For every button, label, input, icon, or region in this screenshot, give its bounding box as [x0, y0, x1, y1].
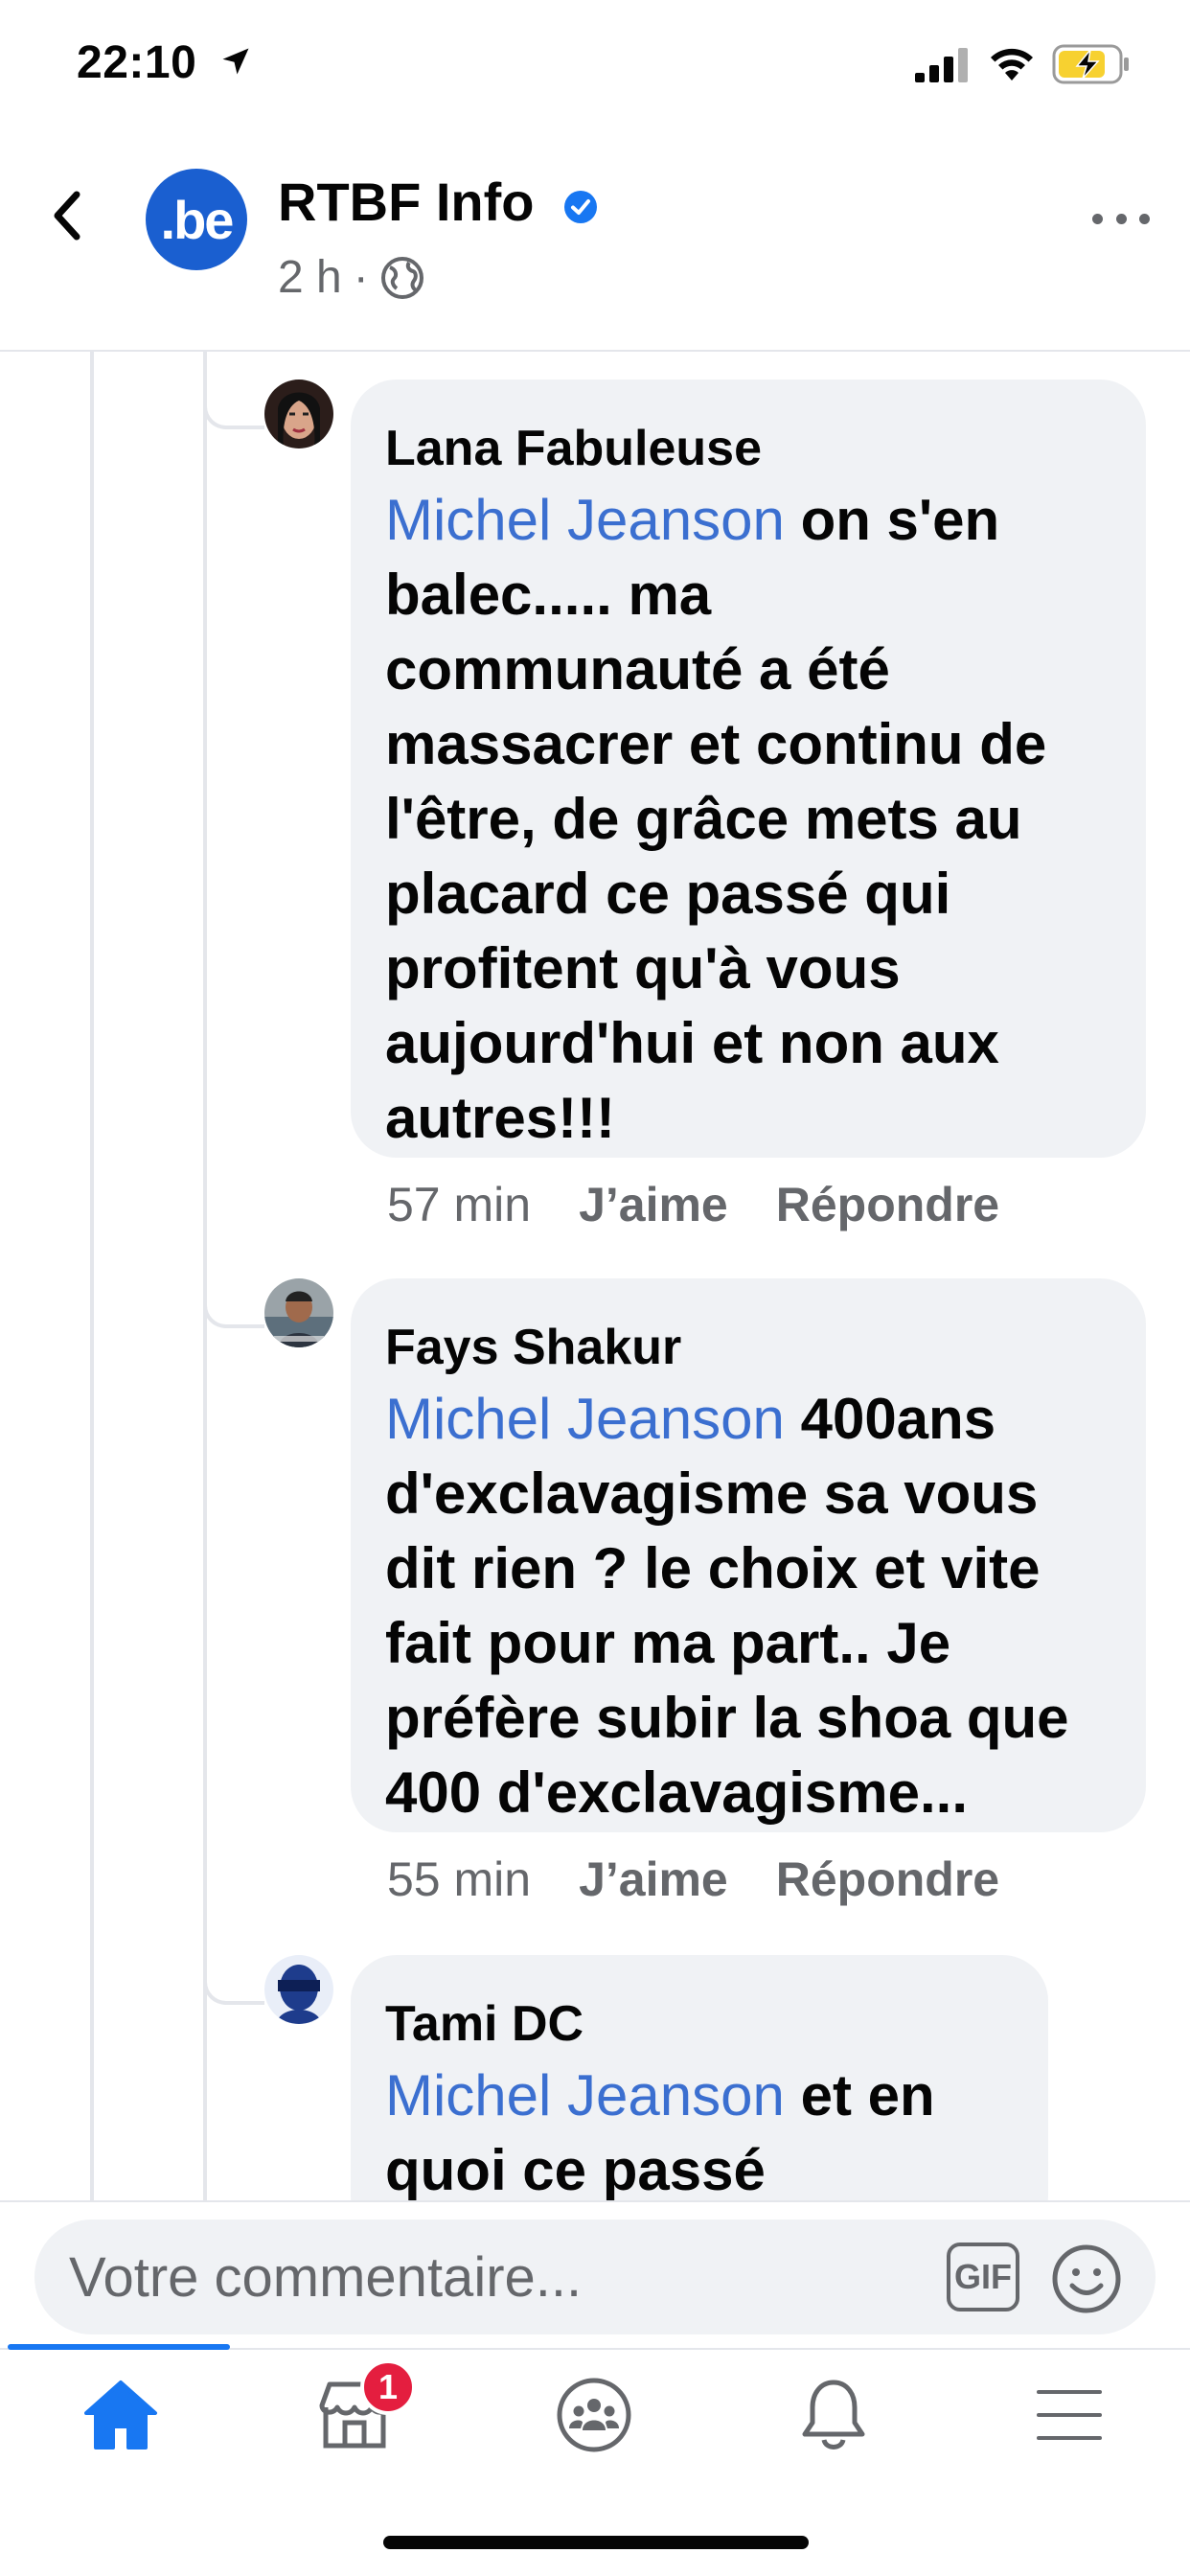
comment-line: 400 d'exclavagisme...: [385, 1760, 968, 1825]
comment-line: l'être, de grâce mets au: [385, 787, 1022, 851]
gif-button[interactable]: GIF: [947, 2242, 1019, 2312]
back-button[interactable]: [38, 182, 96, 249]
commenter-avatar[interactable]: [264, 380, 333, 448]
comment-actions: 57 min J’aime Répondre: [387, 1177, 999, 1232]
cellular-signal-icon: [915, 48, 968, 82]
page-avatar[interactable]: .be: [146, 169, 247, 270]
globe-icon: [380, 256, 423, 299]
comment-bubble[interactable]: Fays Shakur Michel Jeanson 400ans d'excla…: [351, 1278, 1146, 1832]
mention-link[interactable]: Michel Jeanson: [385, 488, 785, 552]
comment-line: fait pour ma part.. Je: [385, 1611, 951, 1675]
page-name[interactable]: RTBF Info: [278, 171, 534, 233]
comment-author[interactable]: Tami DC: [385, 1995, 1014, 2053]
comment-text: Michel Jeanson on s'en balec..... ma commu…: [385, 483, 1111, 1156]
thread-line-outer: [90, 352, 94, 2201]
comment-time: 55 min: [387, 1852, 532, 1906]
comment-text: Michel Jeanson 400ans d'exclavagisme sa v…: [385, 1382, 1111, 1830]
dot-icon: [1092, 213, 1103, 224]
comment-actions: 55 min J’aime Répondre: [387, 1852, 999, 1907]
tab-groups[interactable]: [546, 2367, 642, 2463]
chevron-left-icon: [54, 191, 80, 241]
comment-bubble[interactable]: Tami DC Michel Jeanson et en quoi ce pass…: [351, 1955, 1048, 2242]
commenter-avatar[interactable]: [264, 1278, 333, 1347]
tab-menu[interactable]: [1021, 2367, 1117, 2463]
comment-author[interactable]: Lana Fabuleuse: [385, 420, 1111, 477]
header-divider: [0, 350, 1190, 352]
comment-composer: GIF: [34, 2220, 1156, 2334]
comment-line: d'exclavagisme sa vous: [385, 1461, 1039, 1526]
reply-button[interactable]: Répondre: [776, 1177, 999, 1232]
composer-divider: [0, 2200, 1190, 2202]
thread-branch: [203, 383, 264, 429]
like-button[interactable]: J’aime: [579, 1177, 728, 1232]
comment-author[interactable]: Fays Shakur: [385, 1319, 1111, 1376]
dot-icon: [1115, 213, 1127, 224]
marketplace-badge: 1: [360, 2359, 416, 2415]
comment-text: Michel Jeanson et en quoi ce passé: [385, 2058, 1014, 2208]
comment-line: 400ans: [784, 1387, 996, 1451]
comment-line: préfère subir la shoa que: [385, 1686, 1069, 1750]
verified-badge-icon: [564, 191, 597, 223]
post-meta: 2 h ·: [278, 251, 424, 304]
location-arrow-icon: [222, 48, 249, 75]
comment-line: balec..... ma: [385, 563, 712, 627]
groups-icon: [557, 2378, 631, 2452]
dot-icon: [1139, 213, 1150, 224]
hamburger-menu-icon: [1037, 2390, 1102, 2440]
comment-line: profitent qu'à vous: [385, 936, 901, 1000]
wifi-icon: [991, 48, 1033, 80]
thread-line-inner: [203, 352, 207, 2201]
battery-charging-icon: [1052, 44, 1129, 84]
comment-input[interactable]: [69, 2241, 931, 2313]
thread-branch: [203, 1959, 264, 2005]
tab-home[interactable]: [73, 2367, 169, 2463]
mention-link[interactable]: Michel Jeanson: [385, 1387, 785, 1451]
thread-branch: [203, 1282, 264, 1328]
home-indicator: [383, 2536, 809, 2549]
like-button[interactable]: J’aime: [579, 1852, 728, 1907]
comment-time: 57 min: [387, 1178, 532, 1231]
comment-bubble[interactable]: Lana Fabuleuse Michel Jeanson on s'en bal…: [351, 380, 1146, 1158]
comment-line: placard ce passé qui: [385, 862, 951, 926]
comment-line: dit rien ? le choix et vite: [385, 1536, 1041, 1600]
emoji-icon[interactable]: [1050, 2242, 1123, 2315]
meta-separator: ·: [353, 252, 369, 303]
home-icon: [84, 2380, 157, 2450]
status-time: 22:10: [77, 37, 197, 88]
comment-line: et en: [784, 2063, 935, 2128]
post-time: 2 h: [278, 252, 342, 303]
commenter-avatar[interactable]: [264, 1955, 333, 2024]
tab-notifications[interactable]: [786, 2367, 881, 2463]
comment-line: quoi ce passé: [385, 2138, 766, 2202]
comment-line: autres!!!: [385, 1086, 616, 1150]
reply-button[interactable]: Répondre: [776, 1852, 999, 1907]
mention-link[interactable]: Michel Jeanson: [385, 2063, 785, 2128]
comment-line: massacrer et continu de: [385, 712, 1047, 776]
more-options-button[interactable]: [1092, 199, 1150, 238]
comment-line: aujourd'hui et non aux: [385, 1011, 999, 1075]
comment-line: on s'en: [784, 488, 1000, 552]
active-tab-indicator: [8, 2344, 230, 2350]
bell-icon: [802, 2380, 865, 2450]
comment-line: communauté a été: [385, 637, 890, 702]
